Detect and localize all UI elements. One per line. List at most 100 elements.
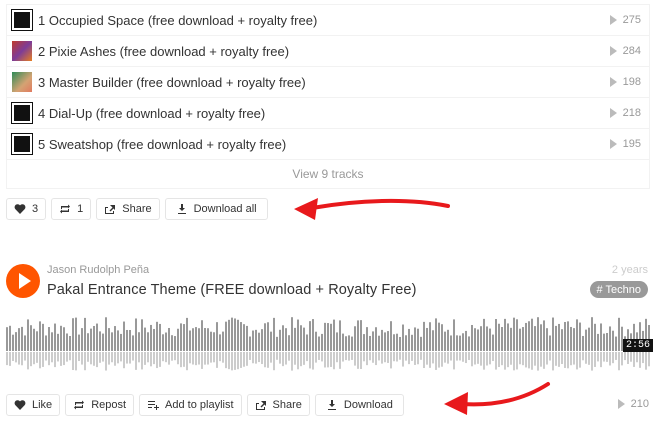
track-row[interactable]: 2 Pixie Ashes (free download + royalty f… [7,36,649,67]
waveform-bar [213,332,215,351]
view-all-tracks-link[interactable]: View 9 tracks [7,160,649,188]
waveform-bar [249,336,251,351]
waveform-bar [456,335,458,351]
waveform-bar-reflection [543,352,545,369]
waveform-bar-reflection [156,352,158,369]
waveform-bar-reflection [117,352,119,364]
add-to-playlist-label: Add to playlist [165,399,234,411]
waveform-bar [96,323,98,351]
track-title[interactable]: 4 Dial-Up (free download + royalty free) [38,106,265,121]
download-icon [177,204,186,214]
track-row[interactable]: 4 Dial-Up (free download + royalty free)… [7,98,649,129]
waveform[interactable] [6,314,651,372]
waveform-bar-reflection [498,352,500,367]
waveform-bar-reflection [96,352,98,368]
artist-name[interactable]: Jason Rudolph Peña [47,264,149,276]
waveform-bar [228,319,230,351]
waveform-bar [132,335,134,351]
repost-button[interactable]: Repost [65,394,135,416]
download-label: Download [343,399,393,411]
waveform-bar-reflection [246,352,248,366]
waveform-bar-reflection [51,352,53,363]
waveform-bar-reflection [300,352,302,367]
playlist-action-bar: 3 1 Share Download all [6,198,268,220]
add-to-playlist-button[interactable]: Add to playlist [139,394,242,416]
waveform-bar-reflection [552,352,554,371]
waveform-bar-reflection [393,352,395,362]
waveform-bar-reflection [564,352,566,368]
waveform-bar [327,323,329,351]
like-count: 3 [32,203,39,215]
waveform-bar [459,335,461,351]
track-title[interactable]: 3 Master Builder (free download + royalt… [38,75,306,90]
track-title[interactable]: Pakal Entrance Theme (FREE download + Ro… [47,282,417,298]
waveform-bar [51,332,53,351]
track-title[interactable]: 5 Sweatshop (free download + royalty fre… [38,137,286,152]
waveform-bar-reflection [342,352,344,362]
waveform-bar-reflection [390,352,392,369]
waveform-bar [33,328,35,351]
like-button[interactable]: 3 [6,198,47,220]
waveform-bar-reflection [642,352,644,364]
waveform-bar-reflection [594,352,596,367]
repost-button[interactable]: 1 [51,198,92,220]
genre-tag[interactable]: # Techno [589,281,648,298]
waveform-bar [426,327,428,351]
waveform-bar-reflection [174,352,176,361]
waveform-bar-reflection [369,352,371,361]
waveform-bar-reflection [555,352,557,366]
waveform-bar [243,324,245,351]
play-button[interactable] [6,264,40,298]
track-title[interactable]: 2 Pixie Ashes (free download + royalty f… [38,44,289,59]
waveform-bar-reflection [417,352,419,365]
waveform-bar [48,327,50,351]
share-button[interactable]: Share [246,394,310,416]
waveform-bar [561,329,563,351]
waveform-bar [375,327,377,351]
waveform-bar-reflection [309,352,311,369]
play-count-icon [609,108,617,118]
waveform-bar-reflection [210,352,212,363]
waveform-bar-reflection [147,352,149,363]
waveform-bar-reflection [522,352,524,366]
waveform-bar-reflection [201,352,203,369]
waveform-bar-reflection [216,352,218,368]
play-count-value: 284 [622,45,641,57]
waveform-bar [150,324,152,351]
waveform-bar [102,333,104,351]
waveform-bar-reflection [387,352,389,363]
waveform-bar-reflection [420,352,422,360]
waveform-bar-reflection [198,352,200,365]
waveform-bar-reflection [321,352,323,362]
track-row[interactable]: 3 Master Builder (free download + royalt… [7,67,649,98]
waveform-bar [240,322,242,351]
waveform-bar [129,329,131,351]
track-title[interactable]: 1 Occupied Space (free download + royalt… [38,13,317,28]
waveform-bar [366,327,368,351]
repost-icon [60,204,71,214]
share-button[interactable]: Share [96,198,160,220]
waveform-bar [393,334,395,351]
like-button[interactable]: Like [6,394,61,416]
track-row[interactable]: 1 Occupied Space (free download + royalt… [7,5,649,36]
waveform-bar-reflection [627,352,629,364]
waveform-bar-reflection [102,352,104,362]
waveform-bar [471,324,473,351]
waveform-bar [441,324,443,351]
download-all-button[interactable]: Download all [164,198,268,220]
waveform-bar-reflection [558,352,560,367]
waveform-bar [111,332,113,351]
waveform-bar [114,326,116,351]
waveform-bar [522,327,524,351]
download-button[interactable]: Download [314,394,404,416]
waveform-bar-reflection [228,352,230,370]
waveform-bar [420,336,422,351]
waveform-bar [279,329,281,351]
waveform-bar-reflection [99,352,101,363]
waveform-bar-reflection [462,352,464,362]
track-row[interactable]: 5 Sweatshop (free download + royalty fre… [7,129,649,160]
waveform-bar-reflection [108,352,110,365]
waveform-bar [381,329,383,351]
waveform-bar [201,320,203,351]
waveform-bar [570,326,572,351]
